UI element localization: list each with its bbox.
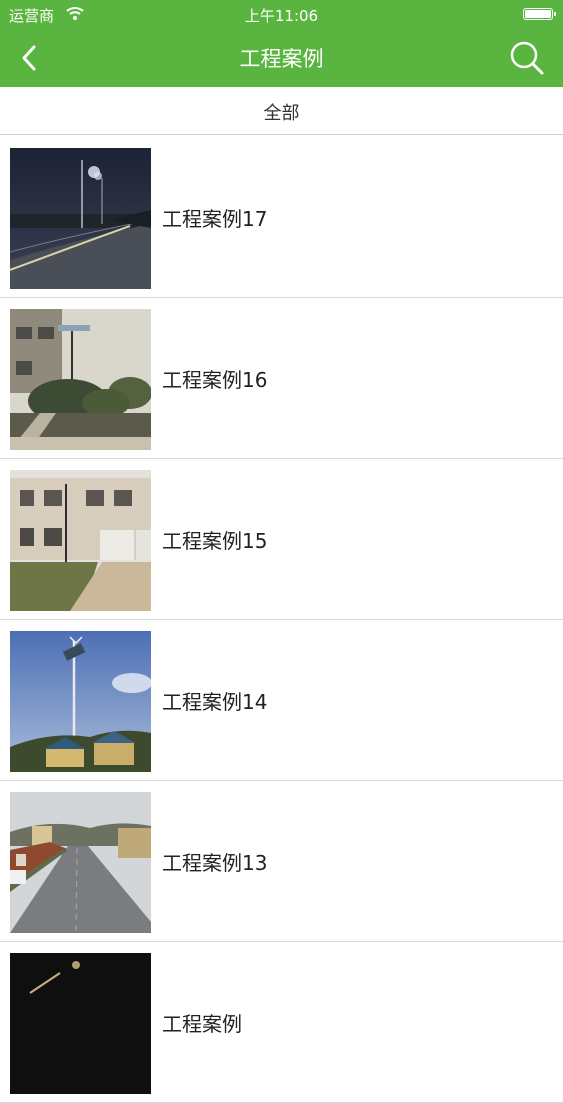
category-filter[interactable]: 全部 xyxy=(0,87,563,135)
case-list: 工程案例17 工程案例16 工程案例15 工程案例14 工程案例13 工程案例 xyxy=(0,137,563,1103)
case-thumbnail xyxy=(10,631,151,772)
case-thumbnail xyxy=(10,148,151,289)
case-thumbnail xyxy=(10,470,151,611)
case-title: 工程案例13 xyxy=(162,850,268,875)
chevron-left-icon xyxy=(22,45,36,71)
case-thumbnail xyxy=(10,792,151,933)
list-item[interactable]: 工程案例16 xyxy=(0,298,563,459)
search-icon xyxy=(510,41,544,75)
filter-all-label: 全部 xyxy=(263,103,300,124)
page-title: 工程案例 xyxy=(239,47,324,71)
case-title: 工程案例17 xyxy=(162,206,268,231)
list-item[interactable]: 工程案例14 xyxy=(0,620,563,781)
case-title: 工程案例16 xyxy=(162,367,268,392)
list-item[interactable]: 工程案例15 xyxy=(0,459,563,620)
list-item[interactable]: 工程案例13 xyxy=(0,781,563,942)
case-title: 工程案例14 xyxy=(162,689,268,714)
list-item[interactable]: 工程案例17 xyxy=(0,137,563,298)
case-thumbnail xyxy=(10,309,151,450)
status-time: 上午11:06 xyxy=(244,7,319,25)
list-item[interactable]: 工程案例 xyxy=(0,942,563,1103)
status-bar: 运营商 上午11:06 xyxy=(0,0,563,30)
app-header: 运营商 上午11:06 工程案例 xyxy=(0,0,563,87)
back-button[interactable] xyxy=(14,40,50,76)
nav-bar: 工程案例 xyxy=(0,30,563,87)
case-thumbnail xyxy=(10,953,151,1094)
case-title: 工程案例 xyxy=(162,1011,242,1036)
battery-icon xyxy=(523,8,556,20)
search-button[interactable] xyxy=(507,38,547,78)
case-title: 工程案例15 xyxy=(162,528,268,553)
